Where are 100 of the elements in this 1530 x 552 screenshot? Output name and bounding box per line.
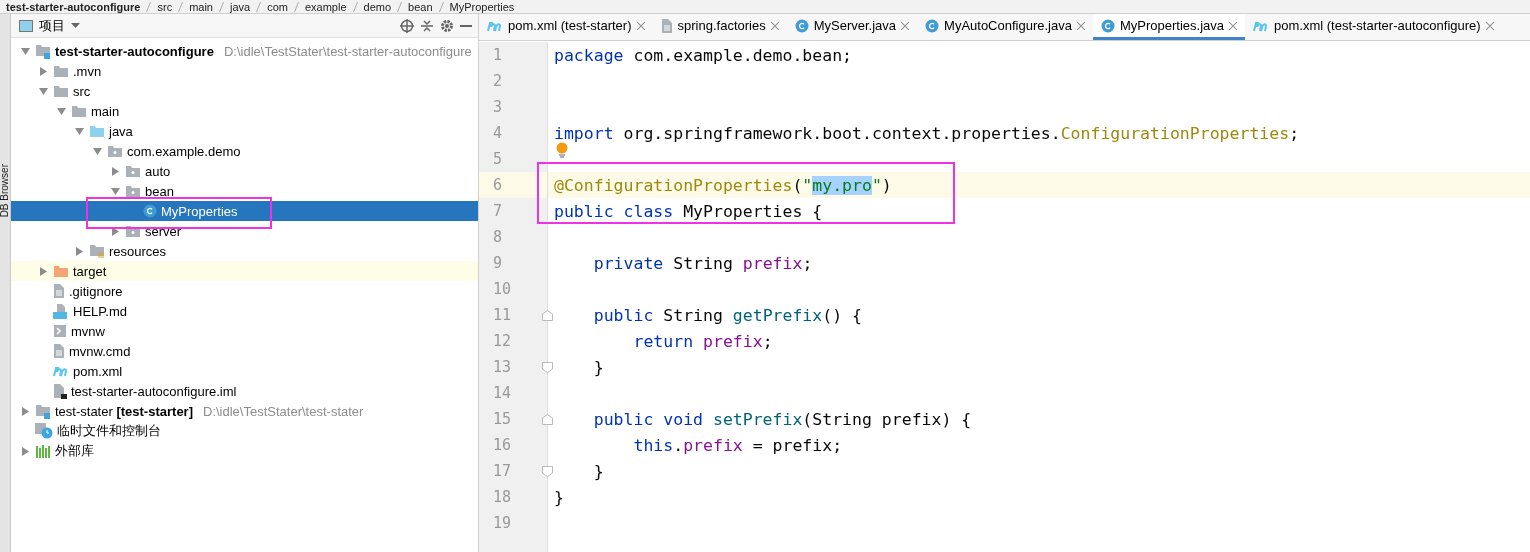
line-number: 9 — [493, 254, 503, 272]
minimize-icon[interactable] — [460, 23, 472, 28]
tree-item[interactable]: test-starter-autoconfigure D:\idle\TestStater\test-starter-autoconfigure — [11, 41, 478, 61]
line-number: 10 — [493, 280, 512, 298]
module-icon — [35, 403, 51, 419]
line-number: 11 — [493, 306, 512, 324]
breadcrumb-item[interactable]: src — [157, 0, 173, 13]
tree-item-label: test-starter-autoconfigure — [55, 43, 214, 59]
scratch-icon — [35, 423, 53, 439]
tree-item[interactable]: 临时文件和控制台 — [11, 421, 478, 441]
code-line: this.prefix = prefix; — [632, 435, 843, 455]
line-number: 5 — [493, 150, 503, 168]
code-line: public class MyProperties { — [554, 201, 823, 221]
breadcrumb-item[interactable]: com — [267, 0, 288, 13]
fold-marker-icon[interactable] — [542, 361, 553, 373]
collapse-arrow-icon[interactable] — [56, 106, 66, 116]
fold-marker-icon[interactable] — [542, 465, 553, 477]
folder-icon — [53, 84, 69, 98]
breadcrumb-separator-icon — [293, 1, 299, 12]
close-icon[interactable] — [636, 21, 645, 30]
code-line: @ConfigurationProperties("my.pro") — [554, 175, 892, 195]
tree-item[interactable]: auto — [11, 161, 478, 181]
tree-item-label: java — [109, 123, 133, 139]
package-icon — [125, 184, 141, 198]
collapse-arrow-icon[interactable] — [110, 186, 120, 196]
expand-arrow-icon[interactable] — [38, 266, 48, 276]
expand-arrow-icon[interactable] — [74, 246, 84, 256]
breadcrumb-separator-icon — [219, 1, 224, 12]
tree-item[interactable]: 外部库 — [11, 441, 478, 461]
breadcrumb-item[interactable]: demo — [363, 0, 392, 13]
collapse-arrow-icon[interactable] — [92, 146, 102, 156]
editor-tab[interactable]: MyServer.java — [786, 14, 918, 40]
line-number: 17 — [493, 462, 512, 480]
maven-file-icon — [487, 19, 503, 32]
tree-item[interactable]: test-stater [test-starter] D:\idle\TestStater\test-stater — [11, 401, 478, 421]
collapse-arrow-icon[interactable] — [38, 86, 48, 96]
tree-item[interactable]: .gitignore — [11, 281, 478, 301]
code-line: package com.example.demo.bean; — [554, 45, 853, 65]
close-icon[interactable] — [770, 21, 779, 30]
dropdown-caret-icon[interactable] — [71, 22, 80, 29]
close-icon[interactable] — [1229, 21, 1237, 30]
breadcrumb-item[interactable]: java — [230, 0, 251, 13]
editor-tab[interactable]: pom.xml (test-starter-autoconfigure) — [1245, 14, 1502, 40]
tree-item[interactable]: mvnw — [11, 321, 478, 341]
panel-title[interactable]: 项目 — [39, 16, 65, 35]
package-icon — [125, 164, 141, 178]
close-icon[interactable] — [1076, 21, 1085, 30]
editor-tab[interactable]: MyProperties.java — [1092, 14, 1245, 40]
editor-tab[interactable]: MyAutoConfigure.java — [917, 14, 1093, 40]
close-icon[interactable] — [901, 21, 910, 30]
breadcrumb-item[interactable]: bean — [408, 0, 433, 13]
text-file-icon — [53, 343, 65, 359]
tree-item[interactable]: .mvn — [11, 61, 478, 81]
code-line: return prefix; — [632, 331, 773, 351]
editor-tab[interactable]: pom.xml (test-starter) — [479, 14, 653, 40]
collapse-arrow-icon[interactable] — [74, 126, 84, 136]
expand-arrow-icon[interactable] — [20, 446, 30, 456]
folder-icon — [53, 264, 69, 278]
tree-item-label: 外部库 — [55, 442, 94, 460]
fold-marker-icon[interactable] — [542, 309, 553, 321]
class-icon — [143, 204, 157, 218]
editor-tab[interactable]: spring.factories — [652, 14, 787, 40]
line-number: 16 — [493, 436, 512, 454]
locate-icon[interactable] — [400, 18, 414, 33]
fold-marker-icon[interactable] — [542, 413, 553, 425]
breadcrumb-item[interactable]: example — [304, 0, 347, 13]
tree-item-label: pom.xml — [73, 363, 123, 379]
expand-arrow-icon[interactable] — [110, 226, 120, 236]
expand-arrow-icon[interactable] — [38, 66, 48, 76]
tree-item[interactable]: main — [11, 101, 478, 121]
tree-item[interactable]: mvnw.cmd — [11, 341, 478, 361]
settings-icon[interactable] — [440, 18, 454, 33]
expand-arrow-icon[interactable] — [110, 166, 120, 176]
breadcrumb-item[interactable]: main — [189, 0, 213, 13]
tree-item[interactable]: java — [11, 121, 478, 141]
close-icon[interactable] — [1485, 21, 1494, 30]
breadcrumb-item[interactable]: test-starter-autoconfigure — [6, 0, 141, 13]
tree-item-label: HELP.md — [73, 303, 127, 319]
line-number: 13 — [493, 358, 512, 376]
tree-item[interactable]: HELP.md — [11, 301, 478, 321]
module-path: D:\idle\TestStater\test-starter-autoconfigure — [223, 43, 472, 59]
tree-item[interactable]: test-starter-autoconfigure.iml — [11, 381, 478, 401]
collapse-arrow-icon[interactable] — [20, 46, 30, 56]
class-icon — [1100, 18, 1115, 33]
tree-item[interactable]: server — [11, 221, 478, 241]
intention-bulb-icon[interactable] — [556, 142, 568, 158]
class-icon — [794, 18, 809, 33]
tree-item[interactable]: com.example.demo — [11, 141, 478, 161]
folder-icon — [89, 124, 105, 138]
collapse-all-icon[interactable] — [420, 18, 434, 33]
tree-item[interactable]: resources — [11, 241, 478, 261]
breadcrumb-item[interactable]: MyProperties — [449, 0, 515, 13]
line-number: 15 — [493, 410, 512, 428]
tree-item[interactable]: pom.xml — [11, 361, 478, 381]
tree-item[interactable]: bean — [11, 181, 478, 201]
expand-arrow-icon[interactable] — [20, 406, 30, 416]
tree-item-label: auto — [145, 163, 171, 179]
tree-item[interactable]: src — [11, 81, 478, 101]
tree-item[interactable]: MyProperties — [11, 201, 478, 221]
tree-item[interactable]: target — [11, 261, 478, 281]
